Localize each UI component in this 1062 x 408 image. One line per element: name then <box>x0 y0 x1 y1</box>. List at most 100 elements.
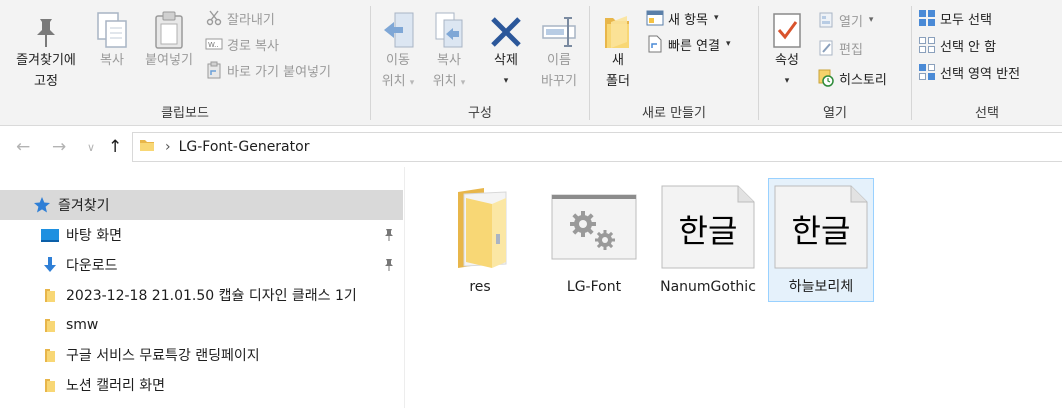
move-to-label-line1: 이동 <box>386 53 410 68</box>
cut-button[interactable]: 잘라내기 <box>205 7 275 29</box>
copy-to-label-line1: 복사 <box>437 53 461 68</box>
sidebar-item-label: 바탕 화면 <box>66 228 122 244</box>
sidebar-item-label: 2023-12-18 21.01.50 캡슐 디자인 클래스 1기 <box>66 288 357 304</box>
sidebar-item-folder[interactable]: smw <box>0 310 403 340</box>
organize-group-label: 구성 <box>468 106 492 121</box>
copy-button[interactable]: 복사 <box>88 4 136 71</box>
breadcrumb-current-folder[interactable]: LG-Font-Generator <box>179 139 310 155</box>
select-none-button[interactable]: 선택 안 함 <box>918 34 996 56</box>
history-icon <box>817 69 835 87</box>
rename-icon <box>531 4 587 50</box>
file-item-font-selected[interactable]: 한글 하늘보리체 <box>768 178 874 302</box>
folder-icon <box>40 375 60 395</box>
file-name: res <box>469 279 491 295</box>
select-none-icon <box>918 36 936 54</box>
sidebar-item-folder[interactable]: 노션 캘러리 화면 <box>0 370 403 400</box>
file-item-font[interactable]: 한글 NanumGothic <box>656 179 760 301</box>
desktop-icon <box>40 225 60 245</box>
properties-button[interactable]: 속성 ▾ <box>765 4 809 92</box>
paste-icon <box>136 4 202 50</box>
move-to-label-line2: 위치 <box>381 74 406 89</box>
folder-icon <box>139 137 155 157</box>
organize-group: 이동 위치 ▾ 복사 위치 ▾ 삭제 ▾ 이름 바꾸기 구성 <box>371 0 589 126</box>
chevron-down-icon: ▾ <box>714 13 719 23</box>
pin-icon <box>4 4 88 50</box>
new-folder-button[interactable]: 새 폴더 <box>596 4 640 92</box>
file-item-folder[interactable]: res <box>428 179 532 301</box>
folder-icon <box>40 315 60 335</box>
chevron-down-icon: ▾ <box>725 39 731 49</box>
copy-to-icon <box>423 4 475 50</box>
font-preview-glyph: 한글 <box>791 212 851 250</box>
sidebar-item-label: smw <box>66 317 99 333</box>
new-folder-icon <box>596 4 640 50</box>
history-button[interactable]: 히스토리 <box>817 67 887 89</box>
rename-button[interactable]: 이름 바꾸기 <box>531 4 587 92</box>
sidebar-item-downloads[interactable]: 다운로드 <box>0 250 403 280</box>
address-bar[interactable]: › LG-Font-Generator <box>132 132 1062 162</box>
file-item-config[interactable]: LG-Font <box>542 179 646 301</box>
paste-shortcut-icon <box>205 61 223 79</box>
delete-button[interactable]: 삭제 ▾ <box>481 4 531 92</box>
sidebar-item-desktop[interactable]: 바탕 화면 <box>0 220 403 250</box>
paste-shortcut-label: 바로 가기 붙여넣기 <box>227 64 331 80</box>
paste-button[interactable]: 붙여넣기 <box>136 4 202 71</box>
sidebar-item-label: 다운로드 <box>66 258 118 274</box>
up-arrow-icon[interactable]: ↑ <box>108 137 122 157</box>
sidebar-item-folder[interactable]: 구글 서비스 무료특강 랜딩페이지 <box>0 340 403 370</box>
file-name: NanumGothic <box>660 279 756 295</box>
recent-locations-chevron-icon[interactable]: ∨ <box>87 141 95 154</box>
select-all-label: 모두 선택 <box>940 12 992 28</box>
file-list: res LG-Font 한글 NanumGothic 한글 하늘보리체 <box>406 167 1062 408</box>
navigation-pane: 즐겨찾기 바탕 화면 다운로드 2023-12-18 21.01.50 캡슐 디… <box>0 167 405 408</box>
invert-selection-icon <box>918 63 936 81</box>
edit-button[interactable]: 편집 <box>817 37 863 59</box>
pin-to-quick-access-button[interactable]: 즐겨찾기에 고정 <box>4 4 88 92</box>
clipboard-group-label: 클립보드 <box>161 106 209 121</box>
select-all-button[interactable]: 모두 선택 <box>918 7 992 29</box>
select-none-label: 선택 안 함 <box>940 39 997 55</box>
sidebar-item-label: 구글 서비스 무료특강 랜딩페이지 <box>66 348 260 364</box>
delete-label: 삭제 <box>494 53 518 68</box>
open-group-label: 열기 <box>823 106 847 121</box>
select-all-icon <box>918 9 936 27</box>
easy-access-button[interactable]: 빠른 연결 ▾ <box>646 33 731 55</box>
new-item-button[interactable]: 새 항목 ▾ <box>646 7 719 29</box>
select-group-label: 선택 <box>975 106 999 121</box>
forward-arrow-icon[interactable]: → <box>52 137 66 157</box>
copy-path-button[interactable]: W.. 경로 복사 <box>205 33 279 55</box>
font-preview-glyph: 한글 <box>678 212 738 250</box>
sidebar-item-label: 노션 캘러리 화면 <box>66 378 166 394</box>
back-arrow-icon[interactable]: ← <box>16 137 30 157</box>
copy-label: 복사 <box>100 53 124 68</box>
copy-to-label-line2: 위치 <box>432 74 457 89</box>
copy-to-button[interactable]: 복사 위치 ▾ <box>423 4 475 94</box>
edit-label: 편집 <box>839 42 863 58</box>
sidebar-item-folder[interactable]: 2023-12-18 21.01.50 캡슐 디자인 클래스 1기 <box>0 280 403 310</box>
open-button[interactable]: 열기 ▾ <box>817 9 873 31</box>
folder-icon <box>40 285 60 305</box>
sidebar-item-quick-access[interactable]: 즐겨찾기 <box>0 190 403 220</box>
new-folder-label-line2: 폴더 <box>606 74 630 89</box>
paste-label: 붙여넣기 <box>145 53 193 68</box>
sidebar-item-label: 즐겨찾기 <box>58 198 110 214</box>
star-icon <box>32 195 52 215</box>
chevron-down-icon: ▾ <box>868 15 874 25</box>
chevron-down-icon: ▾ <box>503 76 509 86</box>
chevron-down-icon: ▾ <box>460 78 466 88</box>
chevron-down-icon: ▾ <box>784 76 790 86</box>
paste-shortcut-button[interactable]: 바로 가기 붙여넣기 <box>205 59 331 81</box>
scissors-icon <box>205 9 223 27</box>
properties-checkmark-icon <box>765 4 809 50</box>
font-file-icon: 한글 <box>656 179 760 275</box>
breadcrumb-chevron-icon[interactable]: › <box>165 139 171 155</box>
open-icon <box>817 11 835 29</box>
invert-selection-button[interactable]: 선택 영역 반전 <box>918 61 1020 83</box>
easy-access-icon <box>646 35 664 53</box>
pinned-icon <box>383 258 395 276</box>
cut-label: 잘라내기 <box>227 12 275 28</box>
clipboard-group: 즐겨찾기에 고정 복사 붙여넣기 잘라내기 W.. 경로 복사 바로 가기 붙여… <box>0 0 370 126</box>
copy-path-icon: W.. <box>205 35 223 53</box>
edit-icon <box>817 39 835 57</box>
move-to-button[interactable]: 이동 위치 ▾ <box>373 4 423 94</box>
